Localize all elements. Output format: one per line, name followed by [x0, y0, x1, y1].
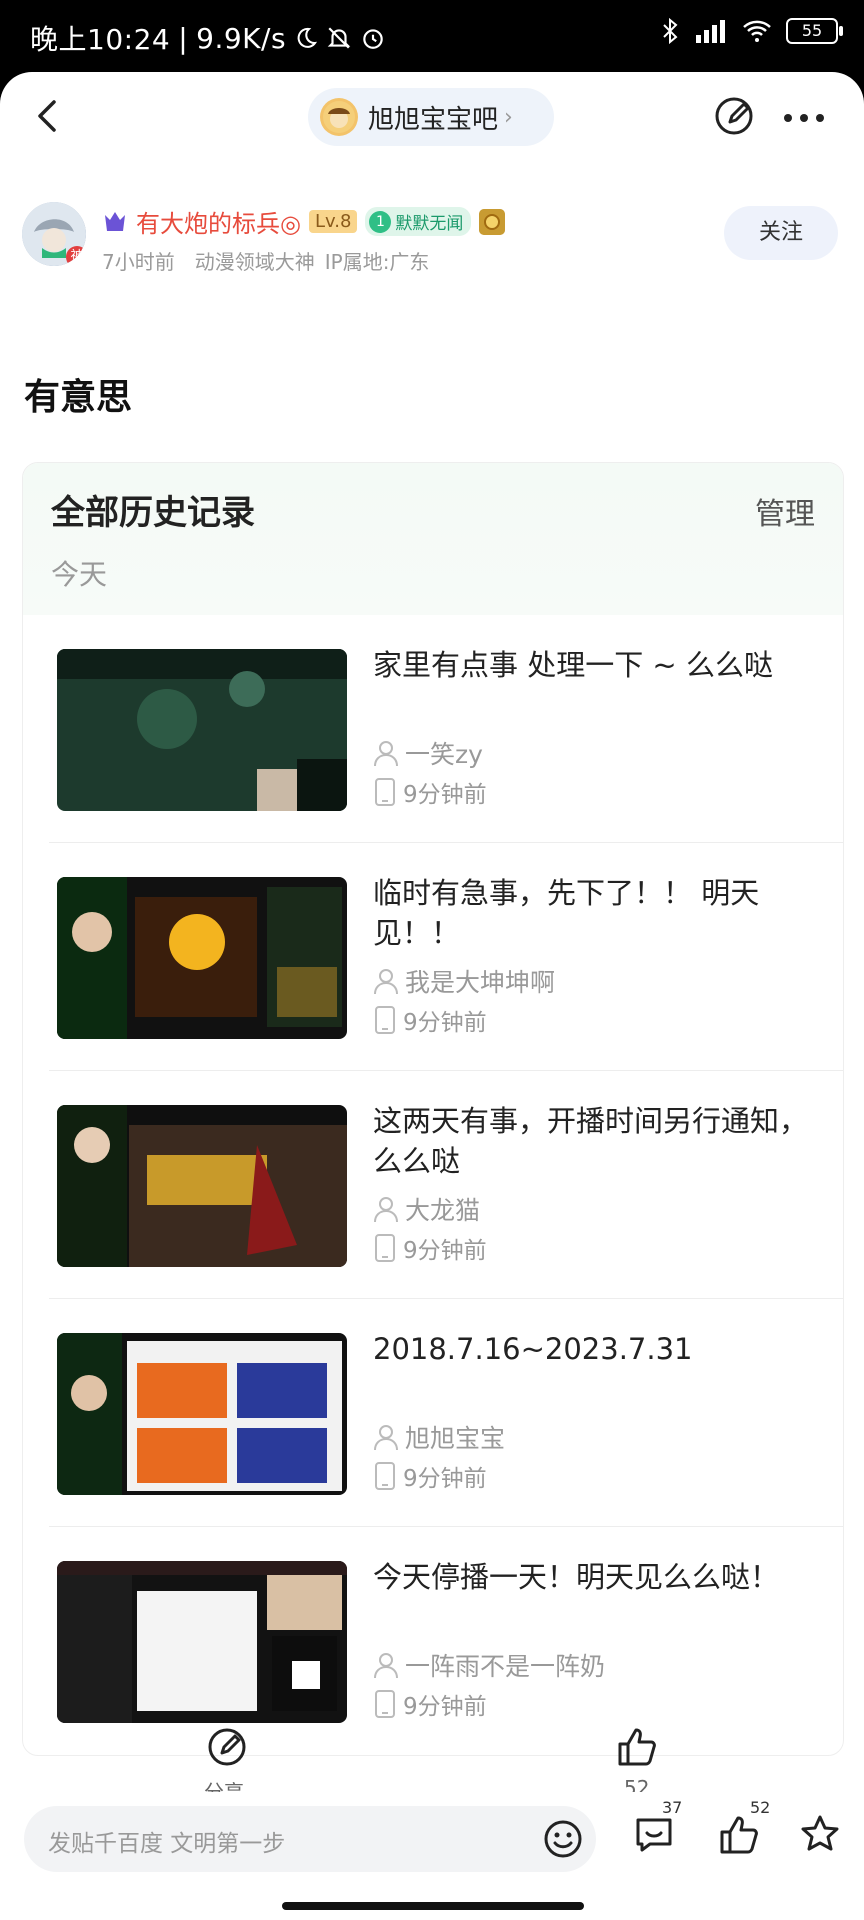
emoji-icon[interactable]: [542, 1818, 584, 1860]
item-user: 一阵雨不是一阵奶: [405, 1652, 606, 1681]
item-user: 旭旭宝宝: [405, 1424, 506, 1453]
member-tag: 1 默默无闻: [365, 207, 472, 236]
level-badge: Lv.8: [308, 210, 358, 233]
user-icon: [374, 969, 398, 995]
comment-input[interactable]: 发贴千百度 文明第一步: [24, 1806, 596, 1872]
comment-count: 37: [662, 1798, 683, 1817]
comment-icon[interactable]: [632, 1812, 676, 1856]
author-row: 神 有大炮的标兵◎ Lv.8 1 默默无闻 7小时前 动漫领域大神 IP属地:广东…: [22, 202, 842, 292]
stream-thumbnail: [57, 649, 347, 811]
network-speed: 9.9K/s: [196, 21, 287, 55]
avatar-badge: 神: [66, 246, 86, 266]
wifi-icon: [743, 20, 771, 42]
item-user: 我是大坤坤啊: [405, 968, 556, 997]
item-title: 这两天有事，开播时间另行通知，么么哒: [373, 1104, 809, 1178]
vip-crown-icon: [105, 211, 125, 231]
medal-icon: [479, 208, 506, 235]
post-page: 旭旭宝宝吧 › 神 有大炮的标兵◎ Lv.8 1 默默无闻 7小时前 动漫领域大神…: [0, 72, 864, 1920]
post-title: 有意思: [24, 377, 133, 418]
item-time: 9分钟前: [403, 782, 487, 808]
history-header: 全部历史记录 管理 今天: [23, 463, 843, 615]
history-title: 全部历史记录: [51, 493, 255, 533]
phone-icon: [375, 1462, 395, 1490]
share-icon[interactable]: [206, 1726, 248, 1768]
home-indicator[interactable]: [282, 1902, 584, 1910]
author-title: 动漫领域大神: [194, 250, 315, 274]
item-title: 临时有急事，先下了！！ 明天见！！: [373, 876, 760, 950]
mute-bell-icon: [327, 27, 351, 49]
stream-thumbnail: [57, 1333, 347, 1495]
chevron-right-icon: ›: [504, 104, 513, 130]
user-icon: [374, 1197, 398, 1223]
item-user: 大龙猫: [405, 1196, 481, 1225]
forum-avatar: [320, 98, 358, 136]
phone-icon: [375, 778, 395, 806]
follow-button[interactable]: 关注: [724, 206, 838, 260]
history-item[interactable]: 临时有急事，先下了！！ 明天见！！ 我是大坤坤啊 9分钟前: [23, 843, 843, 1071]
manage-button[interactable]: 管理: [755, 489, 815, 533]
top-nav: 旭旭宝宝吧 ›: [0, 72, 864, 162]
post-time: 7小时前: [102, 250, 175, 274]
bluetooth-icon: [663, 18, 678, 44]
like-icon[interactable]: [614, 1724, 658, 1768]
signal-icon: [696, 20, 725, 43]
more-options-icon[interactable]: [782, 112, 826, 124]
post-actions: 分享 52: [0, 1712, 864, 1804]
comment-placeholder: 发贴千百度 文明第一步: [48, 1831, 286, 1857]
moon-icon: [297, 27, 318, 48]
phone-icon: [375, 1006, 395, 1034]
user-icon: [374, 741, 398, 767]
item-time: 9分钟前: [403, 1010, 487, 1036]
member-tag-number: 1: [369, 210, 392, 233]
phone-icon: [375, 1234, 395, 1262]
author-avatar[interactable]: 神: [22, 202, 86, 266]
alarm-icon: [363, 29, 383, 49]
battery-indicator: 55: [786, 18, 843, 44]
item-title: 2018.7.16~2023.7.31: [373, 1332, 693, 1366]
history-card: 全部历史记录 管理 今天 家里有点事 处理一下 ~ 么么哒 一笑zy 9分钟前: [22, 462, 844, 1756]
stream-thumbnail: [57, 877, 347, 1039]
stream-thumbnail: [57, 1105, 347, 1267]
stream-thumbnail: [57, 1561, 347, 1723]
section-label: 今天: [51, 558, 108, 591]
history-item[interactable]: 家里有点事 处理一下 ~ 么么哒 一笑zy 9分钟前: [23, 615, 843, 843]
like-count-bottom: 52: [750, 1798, 771, 1817]
item-title: 家里有点事 处理一下 ~ 么么哒: [373, 648, 773, 682]
history-item[interactable]: 2018.7.16~2023.7.31 旭旭宝宝 9分钟前: [23, 1299, 843, 1527]
forum-logo-icon: [323, 101, 355, 133]
ip-location: IP属地:广东: [324, 250, 430, 274]
edit-icon[interactable]: [712, 94, 756, 138]
forum-name: 旭旭宝宝吧: [368, 104, 499, 135]
status-bar: 晚上10:24 | 9.9K/s 55: [0, 0, 864, 72]
bottom-bar: 发贴千百度 文明第一步 37 52: [0, 1792, 864, 1920]
item-time: 9分钟前: [403, 1466, 487, 1492]
user-icon: [374, 1425, 398, 1451]
back-arrow-icon[interactable]: [28, 96, 68, 136]
item-user: 一笑zy: [405, 740, 483, 769]
status-time: 晚上10:24: [30, 23, 171, 56]
author-name[interactable]: 有大炮的标兵◎: [136, 204, 301, 239]
item-title: 今天停播一天！明天见么么哒！: [373, 1560, 780, 1594]
history-item[interactable]: 这两天有事，开播时间另行通知，么么哒 大龙猫 9分钟前: [23, 1071, 843, 1299]
user-icon: [374, 1653, 398, 1679]
member-tag-label: 默默无闻: [395, 214, 464, 234]
like-icon[interactable]: [716, 1812, 760, 1856]
star-icon[interactable]: [798, 1812, 842, 1856]
item-time: 9分钟前: [403, 1238, 487, 1264]
forum-link[interactable]: 旭旭宝宝吧 ›: [308, 88, 554, 146]
